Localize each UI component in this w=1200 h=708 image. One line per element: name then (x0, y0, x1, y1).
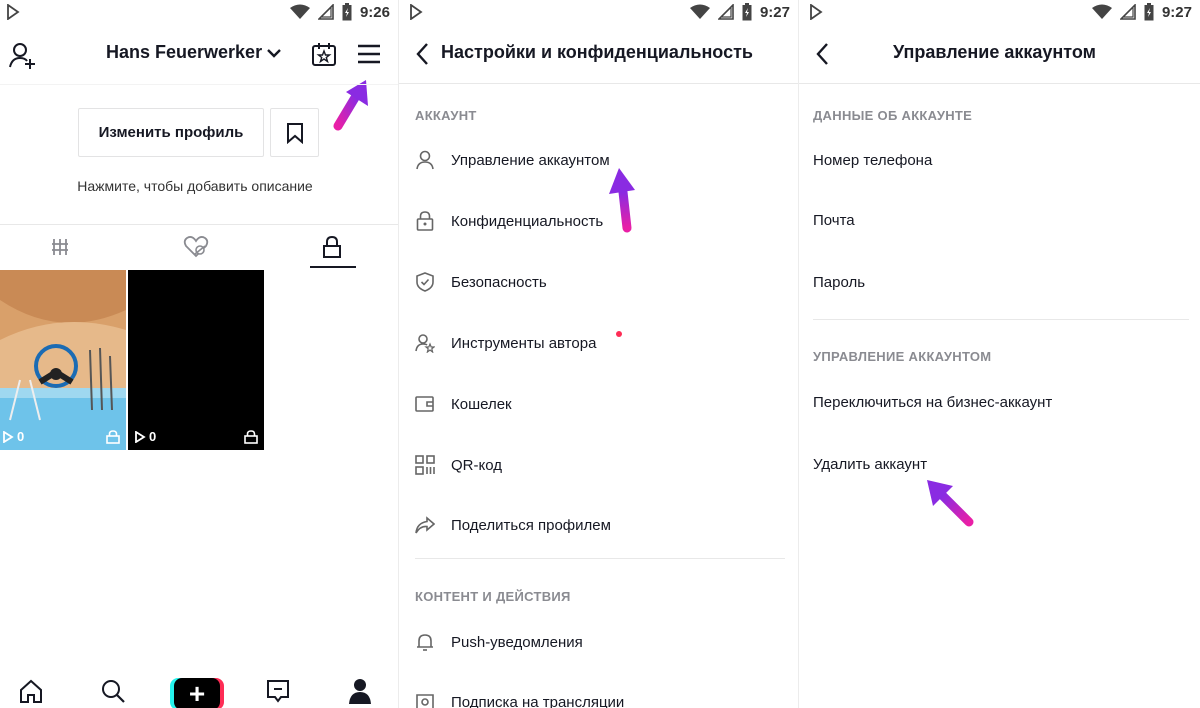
view-count-value: 0 (149, 429, 157, 444)
battery-icon (742, 3, 752, 21)
creator-tools-icon (415, 333, 435, 353)
play-store-icon (409, 4, 423, 20)
settings-item-share-profile[interactable]: Поделиться профилем (415, 515, 611, 535)
notification-dot (616, 331, 622, 337)
beach-video-image (0, 270, 126, 450)
settings-item-label: Инструменты автора (451, 334, 597, 352)
settings-item-live-subscription[interactable]: Подписка на трансляции (415, 692, 624, 708)
wifi-icon (689, 4, 710, 20)
settings-item-label: Подписка на трансляции (451, 693, 625, 708)
settings-screen: 9:27 Настройки и конфиденциальность АККА… (398, 0, 798, 708)
tab-videos[interactable] (0, 225, 120, 269)
wifi-icon (289, 4, 310, 20)
edit-profile-button[interactable]: Изменить профиль (78, 108, 264, 157)
settings-item-account-management[interactable]: Управление аккаунтом (415, 150, 610, 170)
settings-item-label: Кошелек (451, 395, 512, 413)
video-thumbnail[interactable]: 0 (128, 270, 264, 450)
play-icon (2, 430, 14, 443)
settings-item-label: QR-код (451, 456, 502, 474)
delete-account-button[interactable]: Удалить аккаунт (813, 456, 927, 473)
battery-icon (1144, 3, 1154, 21)
account-item-phone[interactable]: Номер телефона (813, 152, 932, 169)
videos-grid-icon (50, 237, 70, 257)
home-icon[interactable] (16, 676, 46, 706)
username-switcher[interactable]: Hans Feuerwerker (106, 42, 282, 63)
bell-icon (415, 632, 435, 652)
search-icon[interactable] (98, 676, 128, 706)
page-title: Управление аккаунтом (893, 42, 1096, 62)
status-bar: 9:27 (399, 0, 798, 24)
signal-icon (717, 4, 734, 20)
play-store-icon (809, 4, 823, 20)
active-tab-indicator (310, 266, 356, 268)
status-bar: 9:26 (0, 0, 398, 24)
status-time: 9:26 (359, 3, 390, 21)
share-icon (415, 515, 435, 535)
pointer-arrow-menu (328, 78, 372, 132)
settings-item-security[interactable]: Безопасность (415, 272, 547, 292)
tab-private[interactable] (272, 225, 392, 269)
section-header-account-management: УПРАВЛЕНИЕ АККАУНТОМ (813, 349, 992, 364)
status-time: 9:27 (1161, 3, 1192, 21)
battery-icon (342, 3, 352, 21)
bookmark-icon (286, 122, 304, 144)
settings-item-push-notifications[interactable]: Push-уведомления (415, 632, 583, 652)
settings-item-label: Безопасность (451, 273, 547, 291)
view-count-value: 0 (17, 429, 25, 444)
private-lock-icon (322, 236, 342, 258)
page-title: Настройки и конфиденциальность (441, 42, 753, 62)
add-user-icon[interactable] (8, 40, 38, 70)
shield-icon (415, 272, 435, 292)
add-video-button[interactable]: + (174, 678, 220, 708)
wallet-icon (415, 394, 435, 414)
live-icon (415, 692, 435, 708)
status-bar: 9:27 (799, 0, 1200, 24)
play-store-icon (6, 4, 20, 20)
tab-liked[interactable] (136, 225, 256, 269)
account-management-screen: 9:27 Управление аккаунтом ДАННЫЕ ОБ АККА… (798, 0, 1200, 708)
back-arrow-icon[interactable] (415, 42, 429, 66)
section-header-account-data: ДАННЫЕ ОБ АККАУНТЕ (813, 108, 973, 123)
pointer-arrow-account (605, 168, 645, 234)
private-lock-icon (106, 430, 120, 444)
view-count: 0 (134, 429, 156, 444)
profile-icon[interactable] (345, 676, 375, 706)
settings-item-label: Управление аккаунтом (451, 151, 610, 169)
liked-hidden-icon (183, 236, 209, 258)
settings-item-label: Поделиться профилем (451, 516, 611, 534)
person-icon (415, 150, 435, 170)
video-thumbnail[interactable]: 0 (0, 270, 126, 450)
settings-item-wallet[interactable]: Кошелек (415, 394, 512, 414)
bio-hint[interactable]: Нажмите, чтобы добавить описание (0, 178, 390, 194)
hamburger-menu-icon[interactable] (356, 42, 382, 66)
settings-item-qr-code[interactable]: QR-код (415, 455, 502, 475)
favorites-button[interactable] (270, 108, 319, 157)
view-count: 0 (2, 429, 24, 444)
pointer-arrow-delete (925, 478, 977, 530)
calendar-star-icon[interactable] (310, 40, 338, 68)
inbox-icon[interactable] (263, 676, 293, 706)
chevron-down-icon (266, 47, 282, 59)
play-icon (134, 430, 146, 443)
account-item-email[interactable]: Почта (813, 212, 855, 229)
profile-screen: 9:26 Hans Feuerwerker Изменить профиль Н… (0, 0, 398, 708)
signal-icon (317, 4, 334, 20)
settings-item-creator-tools[interactable]: Инструменты автора (415, 333, 596, 353)
section-header-account: АККАУНТ (415, 108, 477, 123)
signal-icon (1119, 4, 1136, 20)
settings-item-label: Конфиденциальность (451, 212, 604, 230)
private-lock-icon (244, 430, 258, 444)
profile-username: Hans Feuerwerker (106, 42, 263, 62)
account-item-switch-business[interactable]: Переключиться на бизнес-аккаунт (813, 394, 1052, 411)
settings-item-label: Push-уведомления (451, 633, 583, 651)
settings-item-privacy[interactable]: Конфиденциальность (415, 211, 603, 231)
profile-tabs (0, 225, 398, 269)
account-item-password[interactable]: Пароль (813, 274, 865, 291)
qr-code-icon (415, 455, 435, 475)
wifi-icon (1091, 4, 1112, 20)
lock-icon (415, 211, 435, 231)
back-arrow-icon[interactable] (815, 42, 829, 66)
status-time: 9:27 (759, 3, 790, 21)
section-header-content: КОНТЕНТ И ДЕЙСТВИЯ (415, 589, 571, 604)
